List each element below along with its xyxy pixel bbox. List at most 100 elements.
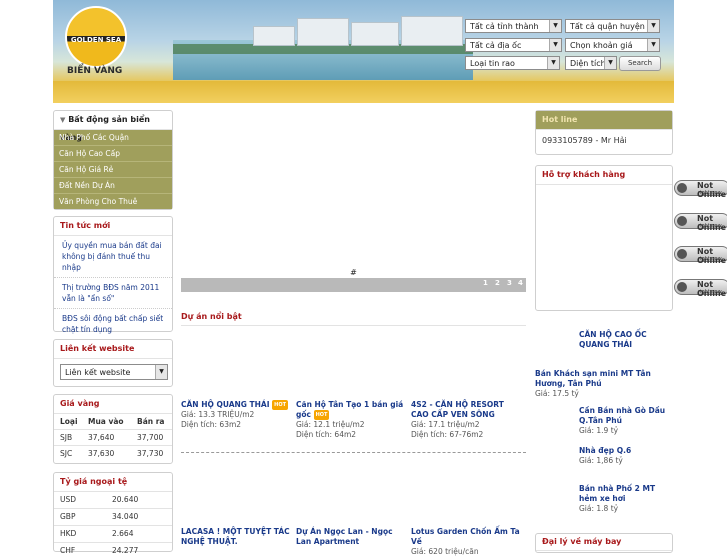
chevron-down-icon: ▼ [549,39,561,51]
header-banner: GOLDEN SEA BIỂN VÀNG Tất cả tỉnh thành ▼ … [53,0,674,103]
project-area: Diện tích: 63m2 [181,420,242,429]
support-box: Hỗ trợ khách hàng [535,165,673,311]
listing-item[interactable]: Cần Bán nhà Gò Dầu Q.Tân Phú Giá: 1.9 tỷ [579,406,673,436]
rate-row: USD 20.640 [60,495,139,504]
property-type-select[interactable]: Tất cả địa ốc ▼ [465,38,562,52]
support-status-button[interactable]: Not Online right now [674,246,727,265]
hotline-box: Hot line 0933105789 - Mr Hải [535,110,673,155]
slider-page-1[interactable]: 1 [483,279,488,287]
links-title: Liên kết website [54,340,172,359]
links-select[interactable]: Liên kết website ▼ [60,364,168,380]
gold-title: Giá vàng [54,395,172,414]
image-slider[interactable]: # 1 2 3 4 [181,110,526,292]
slider-caption: # [350,268,357,277]
price-select[interactable]: Chọn khoản giá ▼ [565,38,660,52]
rate-row: HKD 2.664 [54,525,172,542]
project-card[interactable]: LACASA ! MỘT TUYỆT TÁC NGHỆ THUẬT. [181,527,293,547]
gold-row: SJC 37,630 37,730 [54,445,172,461]
search-button[interactable]: Search [619,56,661,71]
project-name[interactable]: 4S2 - CĂN HỘ RESORT CAO CẤP VEN SÔNG [411,400,523,420]
categories-header: ▼ Bất động sản biển vàng [54,111,172,142]
featured-title: Dự án nổi bật [181,312,242,321]
category-item[interactable]: Nhà Phố Các Quận [54,130,172,146]
project-price: Giá: 620 triệu/căn [411,547,479,556]
categories-list: Nhà Phố Các Quận Căn Hộ Cao Cấp Căn Hộ G… [54,130,172,209]
links-box: Liên kết website Liên kết website ▼ [53,339,173,387]
listing-item[interactable]: Nhà đẹp Q.6 Giá: 1,86 tỷ [579,446,673,466]
project-card[interactable]: CĂN HỘ QUANG THÁI HOT Giá: 13.3 TRIỆU/m2… [181,400,293,430]
gold-header-row: Loại Mua vào Bán ra [60,417,165,426]
messenger-icon [677,216,687,226]
project-price: Giá: 12.1 triệu/m2 [296,420,365,429]
logo[interactable]: GOLDEN SEA [65,6,127,68]
support-status-button[interactable]: Not Online right now [674,180,727,199]
news-title: Tin tức mới [54,217,172,236]
logo-subtitle: BIỂN VÀNG [67,66,123,76]
news-item[interactable]: BĐS sôi động bất chấp siết chặt tín dụng [54,309,172,339]
listing-item[interactable]: Bán nhà Phố 2 MT hẻm xe hơi Giá: 1.8 tỷ [579,484,673,514]
project-name[interactable]: Căn Hộ Tân Tạo 1 bán giá gốc [296,400,403,419]
page: GOLDEN SEA BIỂN VÀNG Tất cả tỉnh thành ▼ … [53,0,674,556]
slider-page-3[interactable]: 3 [507,279,512,287]
project-card[interactable]: Lotus Garden Chốn Ấm Ta Về Giá: 620 triệ… [411,527,523,557]
area-select[interactable]: Diện tích ▼ [565,56,617,70]
category-item[interactable]: Căn Hộ Cao Cấp [54,146,172,162]
news-list: Ủy quyền mua bán đất đai không bị đánh t… [54,236,172,339]
project-card[interactable]: Căn Hộ Tân Tạo 1 bán giá gốc HOT Giá: 12… [296,400,408,440]
banner-gold-band [53,81,674,103]
news-box: Tin tức mới Ủy quyền mua bán đất đai khô… [53,216,173,334]
project-name[interactable]: Dự Án Ngọc Lan - Ngọc Lan Apartment [296,527,408,547]
project-name[interactable]: LACASA ! MỘT TUYỆT TÁC NGHỆ THUẬT. [181,527,293,547]
category-item[interactable]: Đất Nền Dự Án [54,178,172,194]
chevron-down-icon: ▼ [549,20,561,32]
listing-item[interactable]: CĂN HỘ CAO ỐC QUANG THÁI [579,330,673,350]
messenger-icon [677,282,687,292]
triangle-down-icon: ▼ [60,116,66,124]
listing-thumbnail[interactable] [535,330,575,360]
chevron-down-icon: ▼ [547,57,559,69]
support-status-button[interactable]: Not Online right now [674,279,727,298]
hot-badge: HOT [272,400,289,410]
project-area: Diện tích: 67-76m2 [411,430,484,439]
city-select[interactable]: Tất cả tỉnh thành ▼ [465,19,562,33]
category-item[interactable]: Căn Hộ Giá Rẻ [54,162,172,178]
project-name[interactable]: CĂN HỘ QUANG THÁI [181,400,270,409]
gold-box: Giá vàng Loại Mua vào Bán ra SJB 37,640 … [53,394,173,464]
listing-thumbnail[interactable] [535,405,575,435]
support-status-button[interactable]: Not Online right now [674,213,727,232]
exchange-rate-box: Tỷ giá ngoại tệ USD 20.640 GBP 34.040 HKD 2… [53,472,173,555]
news-item[interactable]: Thị trường BĐS năm 2011 vẫn là "ẩn số" [54,278,172,309]
chevron-down-icon: ▼ [647,20,659,32]
listing-item[interactable]: Bán Khách sạn mini MT Tân Hương, Tân Phú… [535,369,671,399]
hotline-title: Hot line [536,111,672,130]
listing-thumbnail[interactable] [535,444,575,474]
hotline-number[interactable]: 0933105789 - Mr Hải [536,130,672,151]
messenger-icon [677,183,687,193]
project-card[interactable]: 4S2 - CĂN HỘ RESORT CAO CẤP VEN SÔNG Giá… [411,400,523,440]
listing-thumbnail[interactable] [535,482,575,512]
slider-page-2[interactable]: 2 [495,279,500,287]
project-price: Giá: 17.1 triệu/m2 [411,420,480,429]
chevron-down-icon: ▼ [647,39,659,51]
support-title: Hỗ trợ khách hàng [536,166,672,185]
project-price: Giá: 13.3 TRIỆU/m2 [181,410,255,419]
slider-page-4[interactable]: 4 [518,279,523,287]
chevron-down-icon: ▼ [604,57,616,69]
agents-box: Đại lý về máy bay [535,533,673,553]
category-item[interactable]: Văn Phòng Cho Thuê [54,194,172,209]
project-name[interactable]: Lotus Garden Chốn Ấm Ta Về [411,527,523,547]
categories-box: ▼ Bất động sản biển vàng Nhà Phố Các Quậ… [53,110,173,210]
agents-title: Đại lý về máy bay [536,534,672,551]
listing-type-select[interactable]: Loại tin rao ▼ [465,56,560,70]
project-card[interactable]: Dự Án Ngọc Lan - Ngọc Lan Apartment [296,527,408,547]
divider [181,452,526,453]
chevron-down-icon: ▼ [155,365,167,379]
divider [181,325,526,326]
news-item[interactable]: Ủy quyền mua bán đất đai không bị đánh t… [54,236,172,278]
district-select[interactable]: Tất cả quận huyện ▼ [565,19,660,33]
slider-pagination: 1 2 3 4 [181,278,526,292]
hot-badge: HOT [313,410,330,420]
rate-row: GBP 34.040 [54,508,172,525]
messenger-icon [677,249,687,259]
banner-buildings [253,16,463,46]
